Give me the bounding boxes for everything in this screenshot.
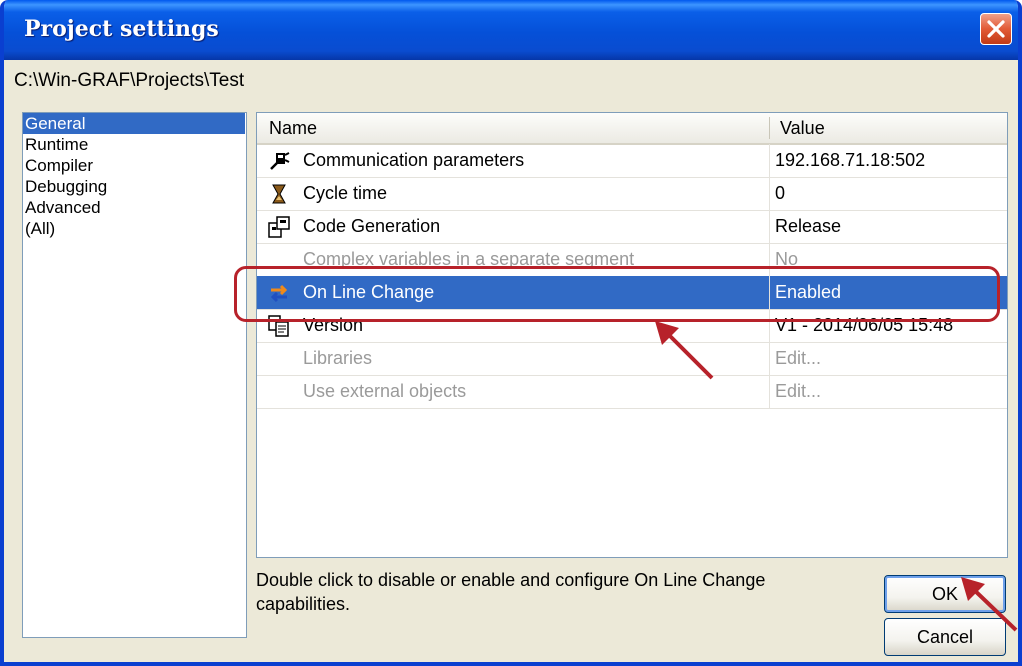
- property-value: Edit...: [775, 381, 822, 401]
- property-value: V1 - 2014/06/05 15:48: [775, 315, 954, 335]
- property-name: Cycle time: [303, 183, 388, 203]
- online-change-icon: [270, 284, 288, 303]
- version-icon: [268, 315, 289, 337]
- category-item-runtime[interactable]: Runtime: [23, 134, 246, 155]
- property-value: No: [775, 249, 799, 269]
- cell-divider: [769, 243, 770, 276]
- property-name: On Line Change: [303, 282, 435, 302]
- property-value: Enabled: [775, 282, 842, 302]
- column-header-value[interactable]: Value: [780, 118, 825, 139]
- cell-divider: [769, 342, 770, 375]
- category-item-debugging[interactable]: Debugging: [23, 176, 246, 197]
- ok-button[interactable]: OK: [884, 575, 1006, 613]
- property-row-complex-variables[interactable]: Complex variables in a separate segment …: [257, 243, 1007, 277]
- property-value: Release: [775, 216, 842, 236]
- close-button[interactable]: [980, 13, 1012, 45]
- property-row-online-change[interactable]: On Line Change Enabled: [257, 276, 1007, 310]
- column-header-name[interactable]: Name: [269, 118, 317, 139]
- category-item-compiler[interactable]: Compiler: [23, 155, 246, 176]
- property-name: Complex variables in a separate segment: [303, 249, 635, 269]
- dialog-title: Project settings: [24, 16, 219, 42]
- property-name: Use external objects: [303, 381, 467, 401]
- cell-divider: [769, 276, 770, 309]
- project-path: C:\Win-GRAF\Projects\Test: [14, 70, 245, 91]
- property-row-communication[interactable]: Communication parameters 192.168.71.18:5…: [257, 144, 1007, 178]
- cell-divider: [769, 144, 770, 177]
- close-icon: [987, 20, 1005, 38]
- property-name: Version: [303, 315, 364, 335]
- property-description: Double click to disable or enable and co…: [256, 570, 766, 614]
- cell-divider: [769, 375, 770, 408]
- property-row-version[interactable]: Version V1 - 2014/06/05 15:48: [257, 309, 1007, 343]
- properties-grid: Name Value Communication parameters 192.…: [256, 112, 1008, 558]
- category-item-all[interactable]: (All): [23, 218, 246, 239]
- property-row-code-generation[interactable]: Code Generation Release: [257, 210, 1007, 244]
- property-name: Code Generation: [303, 216, 441, 236]
- communication-icon: [270, 152, 290, 170]
- cell-divider: [769, 177, 770, 210]
- property-name: Communication parameters: [303, 150, 525, 170]
- cancel-button[interactable]: Cancel: [884, 618, 1006, 656]
- cell-divider: [769, 309, 770, 342]
- grid-header: Name Value: [257, 113, 1007, 145]
- title-bar[interactable]: Project settings: [4, 0, 1018, 60]
- property-row-libraries[interactable]: Libraries Edit...: [257, 342, 1007, 376]
- property-value: Edit...: [775, 348, 822, 368]
- category-item-general[interactable]: General: [23, 113, 245, 134]
- column-divider[interactable]: [769, 117, 770, 139]
- property-row-external-objects[interactable]: Use external objects Edit...: [257, 375, 1007, 409]
- property-name: Libraries: [303, 348, 373, 368]
- property-row-cycle-time[interactable]: Cycle time 0: [257, 177, 1007, 211]
- property-value: 0: [775, 183, 786, 203]
- project-settings-dialog: Project settings C:\Win-GRAF\Projects\Te…: [0, 0, 1022, 666]
- cycle-time-icon: [272, 184, 286, 204]
- code-generation-icon: [268, 216, 290, 238]
- category-list[interactable]: General Runtime Compiler Debugging Advan…: [22, 112, 247, 638]
- cell-divider: [769, 210, 770, 243]
- category-item-advanced[interactable]: Advanced: [23, 197, 246, 218]
- property-value: 192.168.71.18:502: [775, 150, 926, 170]
